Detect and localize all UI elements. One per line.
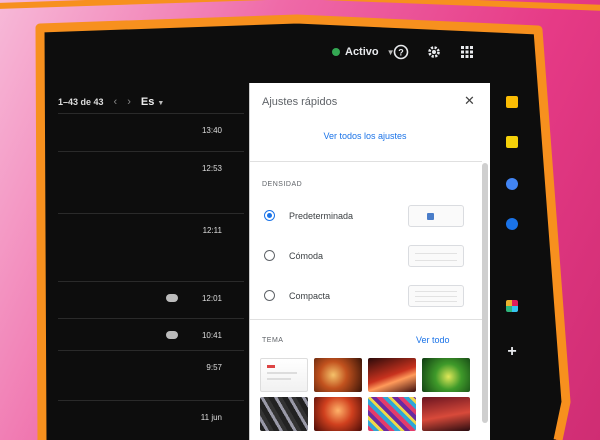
decorative-frame: [0, 0, 600, 440]
